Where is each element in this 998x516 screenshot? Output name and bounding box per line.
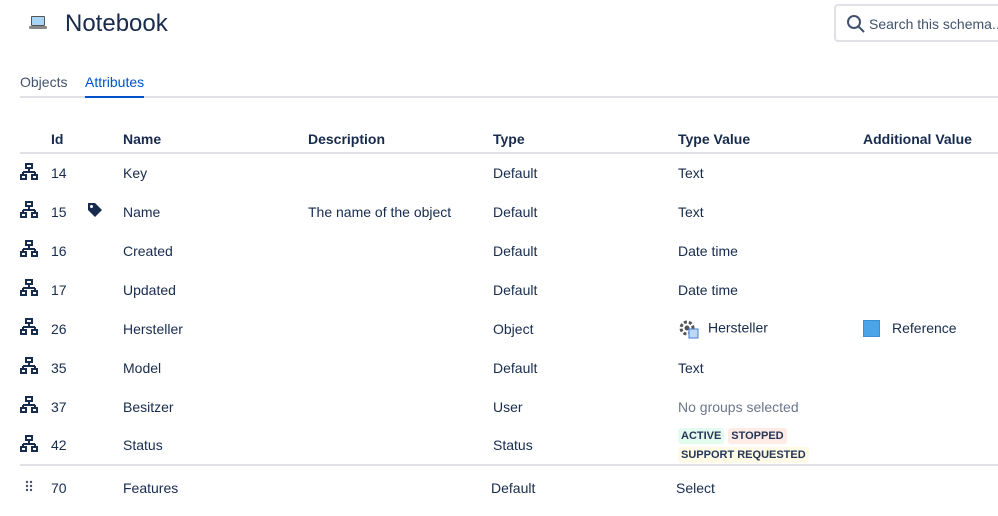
hierarchy-icon[interactable] bbox=[20, 279, 38, 297]
table-row[interactable]: 17 Updated Default Date time bbox=[20, 270, 998, 309]
table-row[interactable]: 16 Created Default Date time bbox=[20, 231, 998, 270]
table-row[interactable]: 26 Hersteller Object Hersteller Reference bbox=[20, 309, 998, 348]
attribute-description bbox=[308, 464, 493, 509]
hierarchy-icon[interactable] bbox=[20, 318, 38, 336]
attribute-description bbox=[308, 387, 493, 426]
hierarchy-icon[interactable] bbox=[20, 357, 38, 375]
attribute-type: Default bbox=[493, 165, 538, 181]
attribute-description bbox=[308, 348, 493, 387]
status-lozenge: ACTIVE bbox=[678, 428, 725, 444]
attribute-type: Status bbox=[493, 437, 533, 453]
attribute-id: 15 bbox=[51, 203, 67, 220]
label-tag-icon bbox=[88, 203, 102, 217]
page-title: Notebook bbox=[65, 10, 168, 37]
hierarchy-icon[interactable] bbox=[20, 162, 38, 181]
hierarchy-icon[interactable] bbox=[20, 240, 38, 258]
attribute-type: Default bbox=[493, 203, 538, 220]
type-value: Date time bbox=[678, 281, 738, 298]
search-placeholder: Search this schema... bbox=[869, 16, 998, 32]
status-lozenge: STOPPED bbox=[728, 428, 787, 444]
attribute-type: Default bbox=[493, 359, 538, 376]
col-additional-value: Additional Value bbox=[863, 126, 998, 154]
attribute-description bbox=[308, 231, 493, 270]
additional-value: Reference bbox=[892, 319, 957, 336]
attribute-description bbox=[308, 270, 493, 309]
laptop-icon bbox=[29, 16, 47, 30]
table-row[interactable]: 15 Name The name of the object Default T… bbox=[20, 192, 998, 231]
attribute-description bbox=[308, 309, 493, 348]
attribute-id: 42 bbox=[51, 437, 67, 453]
tab-objects[interactable]: Objects bbox=[20, 74, 67, 96]
status-lozenge: SUPPORT REQUESTED bbox=[678, 447, 809, 463]
hierarchy-icon[interactable] bbox=[20, 396, 38, 414]
attributes-table: Id Name Description Type Type Value Addi… bbox=[20, 126, 998, 509]
object-type-gear-icon bbox=[679, 320, 699, 338]
col-id: Id bbox=[51, 126, 87, 154]
table-row[interactable]: 70 Features Default Select bbox=[20, 464, 998, 509]
hierarchy-icon[interactable] bbox=[20, 434, 38, 453]
table-row[interactable]: 37 Besitzer User No groups selected bbox=[20, 387, 998, 426]
drag-handle-icon[interactable] bbox=[20, 477, 38, 495]
type-value: No groups selected bbox=[678, 398, 799, 415]
table-row[interactable]: 35 Model Default Text bbox=[20, 348, 998, 387]
attribute-name: Hersteller bbox=[123, 320, 183, 337]
attribute-type: Object bbox=[493, 320, 534, 337]
col-description: Description bbox=[308, 126, 493, 154]
type-value: Hersteller bbox=[708, 319, 768, 336]
tab-attributes[interactable]: Attributes bbox=[85, 74, 145, 98]
type-value: Date time bbox=[678, 242, 738, 259]
type-value: Text bbox=[678, 165, 704, 181]
color-swatch bbox=[863, 320, 880, 338]
attribute-description bbox=[308, 426, 493, 465]
attribute-type: Default bbox=[491, 464, 676, 509]
attribute-name: Created bbox=[123, 242, 173, 259]
col-type: Type bbox=[493, 126, 678, 154]
col-type-value: Type Value bbox=[678, 126, 863, 154]
attribute-id: 70 bbox=[51, 464, 87, 509]
attribute-id: 17 bbox=[51, 281, 67, 298]
table-row[interactable]: 14 Key Default Text bbox=[20, 153, 998, 192]
attribute-id: 26 bbox=[51, 320, 67, 337]
attribute-id: 16 bbox=[51, 242, 67, 259]
attribute-type: Default bbox=[493, 242, 538, 259]
type-value: Select bbox=[676, 479, 715, 496]
type-value: Text bbox=[678, 359, 704, 376]
attribute-description: The name of the object bbox=[308, 203, 452, 220]
attribute-description bbox=[308, 153, 493, 192]
table-row[interactable]: 42 Status Status ACTIVE STOPPED SUPPORT R… bbox=[20, 426, 998, 465]
search-input[interactable]: Search this schema... bbox=[834, 4, 998, 42]
attribute-type: Default bbox=[493, 281, 538, 298]
attribute-name: Besitzer bbox=[123, 398, 174, 415]
attribute-name: Name bbox=[123, 203, 161, 220]
attribute-type: User bbox=[493, 398, 523, 415]
attribute-name: Status bbox=[123, 437, 163, 453]
attribute-name: Updated bbox=[123, 281, 176, 298]
attribute-name: Key bbox=[123, 165, 148, 181]
tabs: Objects Attributes bbox=[20, 72, 998, 98]
type-value: Text bbox=[678, 203, 704, 220]
attribute-id: 14 bbox=[51, 165, 67, 181]
attribute-name: Model bbox=[123, 359, 162, 376]
col-name: Name bbox=[123, 126, 308, 154]
attribute-id: 37 bbox=[51, 398, 67, 415]
search-icon bbox=[847, 15, 865, 33]
attribute-id: 35 bbox=[51, 359, 67, 376]
attribute-name: Features bbox=[123, 464, 308, 509]
header: Notebook Search this schema... bbox=[0, 0, 998, 60]
hierarchy-icon[interactable] bbox=[20, 201, 38, 219]
